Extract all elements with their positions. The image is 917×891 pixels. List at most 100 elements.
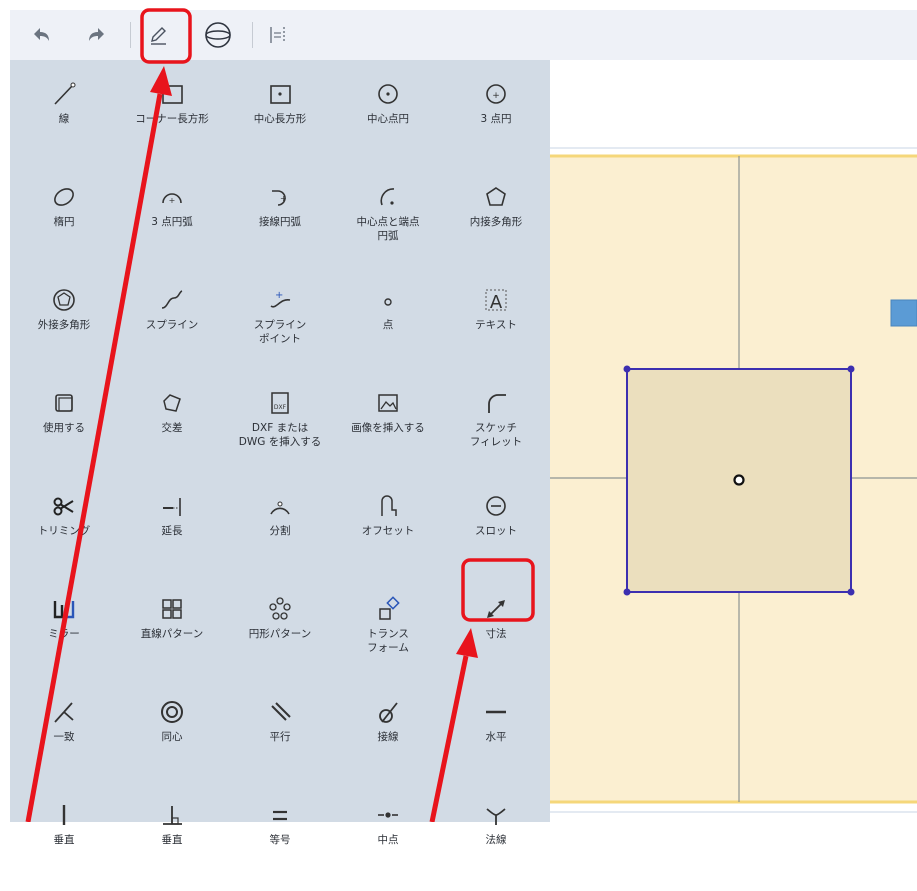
tool-label: 内接多角形 (469, 216, 523, 228)
tool-text[interactable]: A テキスト (442, 266, 550, 376)
tool-label: ミラー (48, 628, 80, 640)
three-point-circle-icon: + (486, 84, 506, 104)
center-end-arc-icon (380, 188, 395, 206)
tool-tangent[interactable]: 接線 (334, 678, 442, 788)
svg-text:+: + (275, 290, 283, 301)
tool-midpoint[interactable]: 中点 (334, 781, 442, 891)
tool-equal[interactable]: 等号 (226, 781, 334, 891)
vertical-icon (62, 805, 66, 825)
origin-point (733, 474, 745, 486)
three-point-arc-icon: + (162, 193, 182, 205)
tool-label: 中心長方形 (253, 113, 307, 125)
tool-three-point-circle[interactable]: +3 点円 (442, 60, 550, 170)
tool-point[interactable]: 点 (334, 266, 442, 376)
tool-label: オフセット (361, 525, 415, 537)
tool-concentric[interactable]: 同心 (118, 678, 226, 788)
sketch-viewport[interactable] (550, 60, 917, 822)
constraint-icon[interactable] (263, 20, 293, 50)
extend-icon (163, 498, 181, 516)
svg-text:+: + (492, 91, 500, 101)
tool-three-point-arc[interactable]: +3 点円弧 (118, 163, 226, 273)
tool-label: 等号 (269, 834, 291, 846)
tool-label: 同心 (161, 731, 183, 743)
tool-label: 画像を挿入する (351, 422, 425, 434)
tool-center-end-arc[interactable]: 中心点と端点 円弧 (334, 163, 442, 273)
tool-label: DXF または DWG を挿入する (238, 422, 322, 448)
tool-center-rectangle[interactable]: 中心長方形 (226, 60, 334, 170)
tool-extend[interactable]: 延長 (118, 472, 226, 582)
text-icon: A (485, 289, 507, 313)
tool-linear-pattern[interactable]: 直線パターン (118, 575, 226, 685)
tool-label: 分割 (269, 525, 291, 537)
sketch-tool-palette: 線コーナー長方形 中心長方形 中心点円 +3 点円 楕円 +3 点円弧 + 接線円弧 中心点と端… (10, 60, 550, 846)
tool-split[interactable]: 分割 (226, 472, 334, 582)
tool-transform[interactable]: トランス フォーム (334, 575, 442, 685)
equal-icon (273, 810, 287, 821)
tool-center-circle[interactable]: 中心点円 (334, 60, 442, 170)
tool-corner-rectangle[interactable]: コーナー長方形 (118, 60, 226, 170)
parallel-icon (271, 702, 291, 721)
tool-coincident[interactable]: 一致 (10, 678, 118, 788)
tangent-arc-icon: + (272, 190, 287, 206)
point-icon (384, 298, 392, 306)
sketch-pencil-icon[interactable] (143, 20, 173, 50)
tool-slot[interactable]: スロット (442, 472, 550, 582)
tool-label: コーナー長方形 (135, 113, 209, 125)
slot-icon (486, 496, 506, 516)
tool-label: 垂直 (161, 834, 183, 846)
tool-tangent-arc[interactable]: + 接線円弧 (226, 163, 334, 273)
tool-label: トランス フォーム (367, 628, 409, 654)
tool-label: 外接多角形 (37, 319, 91, 331)
tool-label: スプライン ポイント (253, 319, 307, 345)
line-icon (54, 82, 76, 105)
tool-vertical[interactable]: 垂直 (10, 781, 118, 891)
tool-label: 交差 (161, 422, 183, 434)
tool-mirror[interactable]: ミラー (10, 575, 118, 685)
sphere-icon[interactable] (203, 20, 233, 50)
tool-sketch-fillet[interactable]: スケッチ フィレット (442, 369, 550, 479)
tangent-icon (379, 702, 398, 723)
tool-inscribed-polygon[interactable]: 内接多角形 (442, 163, 550, 273)
split-icon (270, 501, 290, 515)
tool-label: 線 (58, 113, 70, 125)
tool-normal[interactable]: 法線 (442, 781, 550, 891)
tool-offset[interactable]: オフセット (334, 472, 442, 582)
tool-spline[interactable]: スプライン (118, 266, 226, 376)
tool-parallel[interactable]: 平行 (226, 678, 334, 788)
tool-label: 法線 (485, 834, 507, 846)
tool-label: 円形パターン (248, 628, 312, 640)
svg-text:A: A (490, 292, 503, 313)
spline-point-icon: + (270, 290, 291, 308)
tool-label: 接線円弧 (259, 216, 301, 228)
tool-spline-point[interactable]: + スプライン ポイント (226, 266, 334, 376)
tool-insert-dxf[interactable]: DXF DXF または DWG を挿入する (226, 369, 334, 479)
ellipse-icon (54, 188, 74, 206)
tool-circular-pattern[interactable]: 円形パターン (226, 575, 334, 685)
tool-dimension[interactable]: 寸法 (442, 575, 550, 685)
tool-circumscribed-polygon[interactable]: 外接多角形 (10, 266, 118, 376)
intersect-icon (163, 394, 181, 412)
tool-perpendicular[interactable]: 垂直 (118, 781, 226, 891)
sketch-canvas[interactable] (550, 60, 917, 822)
tool-label: スロット (475, 525, 517, 537)
offset-icon (381, 495, 397, 516)
tool-label: 寸法 (485, 628, 507, 640)
tool-intersect[interactable]: 交差 (118, 369, 226, 479)
tool-label: 直線パターン (140, 628, 204, 640)
tool-insert-image[interactable]: 画像を挿入する (334, 369, 442, 479)
svg-text:+: + (280, 194, 287, 203)
tool-horizontal[interactable]: 水平 (442, 678, 550, 788)
tool-ellipse[interactable]: 楕円 (10, 163, 118, 273)
use-icon (55, 394, 73, 412)
tool-label: 中心点円 (367, 113, 409, 125)
redo-icon[interactable] (82, 20, 112, 50)
tool-line[interactable]: 線 (10, 60, 118, 170)
tool-label: 3 点円 (480, 113, 512, 125)
tool-use[interactable]: 使用する (10, 369, 118, 479)
sketch-fillet-icon (488, 394, 506, 413)
tool-trim[interactable]: トリミング (10, 472, 118, 582)
undo-icon[interactable] (26, 20, 56, 50)
horizontal-icon (486, 710, 506, 714)
spline-icon (161, 290, 183, 309)
tool-label: 楕円 (53, 216, 75, 228)
